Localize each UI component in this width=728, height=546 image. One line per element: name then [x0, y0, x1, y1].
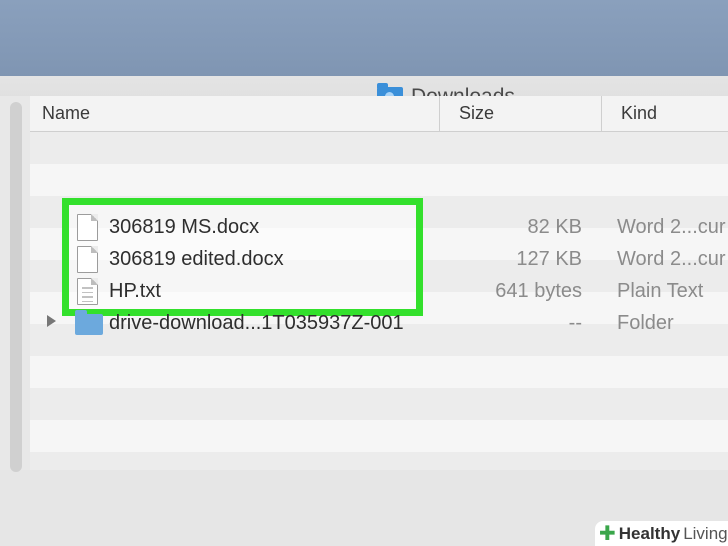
file-size: 82 KB	[527, 216, 582, 238]
folder-row[interactable]: drive-download...1T035937Z-001 -- Folder	[30, 307, 728, 339]
text-file-icon	[77, 278, 98, 305]
document-icon	[77, 246, 98, 273]
healthy-living-logo-icon: ✚	[599, 523, 616, 545]
file-name: drive-download...1T035937Z-001	[109, 312, 404, 334]
file-kind: Word 2...cur	[617, 248, 726, 270]
file-size: 641 bytes	[495, 280, 582, 302]
watermark-brand: Healthy	[618, 523, 681, 543]
file-kind: Folder	[617, 312, 674, 334]
file-kind: Word 2...cur	[617, 216, 726, 238]
desktop-background	[0, 0, 728, 78]
file-size: --	[568, 312, 582, 334]
column-name-header[interactable]: Name	[42, 103, 90, 124]
file-name: HP.txt	[109, 280, 161, 302]
watermark: ✚ Healthy Living	[595, 521, 728, 546]
watermark-suffix: Living	[683, 523, 728, 543]
column-size-header[interactable]: Size	[459, 103, 494, 124]
folder-icon	[75, 310, 103, 335]
file-row[interactable]: 306819 edited.docx 127 KB Word 2...cur	[30, 243, 728, 275]
file-row[interactable]: HP.txt 641 bytes Plain Text	[30, 275, 728, 307]
column-kind-header[interactable]: Kind	[621, 103, 657, 124]
document-icon	[77, 214, 98, 241]
column-header: Name Size Kind	[30, 96, 728, 132]
file-name: 306819 MS.docx	[109, 216, 260, 238]
file-size: 127 KB	[516, 248, 582, 270]
disclosure-triangle-icon[interactable]	[47, 315, 56, 327]
sidebar-scrollbar[interactable]	[10, 102, 22, 472]
file-kind: Plain Text	[617, 280, 704, 302]
file-name: 306819 edited.docx	[109, 248, 284, 270]
file-row[interactable]: 306819 MS.docx 82 KB Word 2...cur	[30, 211, 728, 243]
